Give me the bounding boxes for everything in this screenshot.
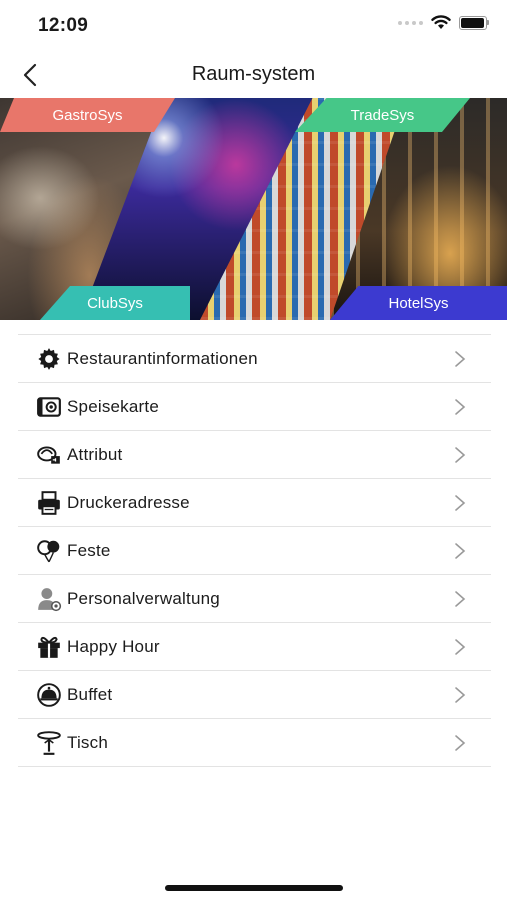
navigation-bar: Raum-system xyxy=(0,52,507,98)
menu-item-druckeradresse[interactable]: Druckeradresse xyxy=(18,479,491,527)
chevron-right-icon xyxy=(455,639,466,655)
menu-item-tisch[interactable]: Tisch xyxy=(18,719,491,767)
gear-icon xyxy=(38,348,60,370)
status-bar: 12:09 xyxy=(0,0,507,52)
menu-item-label: Happy Hour xyxy=(67,637,160,656)
chevron-right-icon xyxy=(455,687,466,703)
home-indicator[interactable] xyxy=(165,885,343,891)
menu-item-label: Feste xyxy=(67,541,111,560)
gastrosys-tag: GastroSys xyxy=(0,98,175,132)
menu-item-buffet[interactable]: Buffet xyxy=(18,671,491,719)
buffet-icon xyxy=(37,683,61,707)
chevron-right-icon xyxy=(455,735,466,751)
chevron-right-icon xyxy=(455,591,466,607)
staff-icon xyxy=(38,588,62,612)
menu-item-attribut[interactable]: Attribut xyxy=(18,431,491,479)
settings-menu-list: Restaurantinformationen Speisekarte Attr… xyxy=(18,334,491,767)
menu-item-speisekarte[interactable]: Speisekarte xyxy=(18,383,491,431)
chevron-right-icon xyxy=(455,351,466,367)
menu-item-personalverwaltung[interactable]: Personalverwaltung xyxy=(18,575,491,623)
balloons-icon xyxy=(37,540,60,563)
chevron-right-icon xyxy=(455,495,466,511)
menu-item-happy-hour[interactable]: Happy Hour xyxy=(18,623,491,671)
hotelsys-tag: HotelSys xyxy=(330,286,507,320)
menu-item-label: Tisch xyxy=(67,733,108,752)
page-title: Raum-system xyxy=(191,63,316,85)
menu-item-label: Personalverwaltung xyxy=(67,589,220,608)
menu-item-restaurantinformationen[interactable]: Restaurantinformationen xyxy=(18,335,491,383)
status-time: 12:09 xyxy=(38,15,89,36)
menu-card-icon xyxy=(37,397,61,417)
menu-item-feste[interactable]: Feste xyxy=(18,527,491,575)
menu-item-label: Buffet xyxy=(67,685,113,704)
menu-item-label: Attribut xyxy=(67,445,123,464)
battery-icon xyxy=(459,15,489,30)
attribute-icon xyxy=(37,446,60,464)
cellular-signal-icon xyxy=(398,20,423,25)
menu-item-label: Druckeradresse xyxy=(67,493,190,512)
systems-banner: GastroSys ClubSys TradeSys HotelSys xyxy=(0,98,507,320)
wifi-icon xyxy=(431,15,451,29)
menu-item-label: Restaurantinformationen xyxy=(67,349,258,368)
menu-item-label: Speisekarte xyxy=(67,397,159,416)
gift-icon xyxy=(38,636,60,658)
chevron-right-icon xyxy=(455,399,466,415)
printer-icon xyxy=(38,491,60,515)
status-icons xyxy=(398,15,489,30)
chevron-right-icon xyxy=(455,543,466,559)
chevron-right-icon xyxy=(455,447,466,463)
table-icon xyxy=(37,731,61,755)
